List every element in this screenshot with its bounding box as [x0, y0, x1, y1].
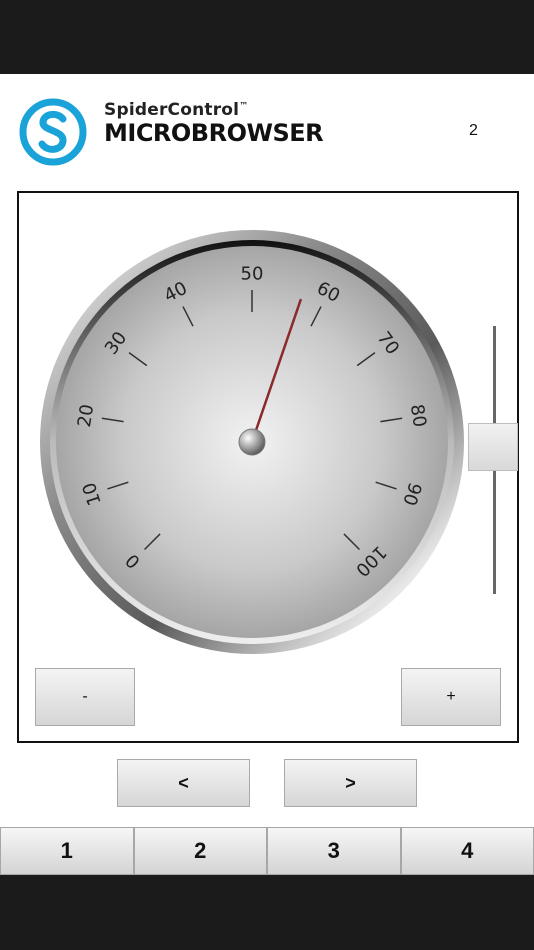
app-screen: SpiderControl™ MICROBROWSER 2 0 10 20 30…	[0, 74, 534, 875]
gauge-dial: 0102030405060708090100	[40, 230, 464, 654]
gauge-tick-label: 50	[241, 264, 264, 285]
gauge-hub	[238, 428, 266, 456]
tab-label: 1	[60, 838, 73, 863]
tab-label: 3	[327, 838, 340, 863]
trademark-mark: ™	[239, 101, 249, 112]
tab-label: 2	[194, 838, 207, 863]
tab-3[interactable]: 3	[267, 827, 401, 875]
tab-2[interactable]: 2	[133, 827, 267, 875]
tab-4[interactable]: 4	[400, 827, 534, 875]
previous-label: <	[178, 772, 189, 793]
top-status-bar	[0, 0, 534, 74]
bottom-bar	[0, 875, 534, 950]
slider-thumb[interactable]	[468, 422, 518, 471]
gauge-panel: 0 10 20 30 40 50 60 70 80 90 100 - +	[17, 191, 519, 743]
brand-top-text: SpiderControl	[104, 100, 240, 120]
previous-page-button[interactable]: <	[117, 759, 250, 807]
brand-name: SpiderControl™ MICROBROWSER	[104, 100, 324, 147]
gauge-tick-label: 80	[406, 403, 430, 429]
tab-label: 4	[461, 838, 474, 863]
increment-button[interactable]: +	[401, 668, 501, 726]
decrement-button[interactable]: -	[35, 668, 135, 726]
tab-1[interactable]: 1	[0, 827, 134, 875]
gauge-tick-label: 20	[74, 403, 98, 429]
brand-bottom-text: MICROBROWSER	[104, 119, 324, 147]
next-label: >	[345, 772, 356, 793]
page-number: 2	[469, 122, 478, 139]
brand-top-line: SpiderControl™	[104, 100, 323, 120]
increment-label: +	[446, 688, 456, 705]
page-tabs: 1 2 3 4	[0, 827, 534, 875]
spidercontrol-logo-icon	[18, 94, 90, 172]
next-page-button[interactable]: >	[284, 759, 417, 807]
decrement-label: -	[82, 688, 88, 705]
